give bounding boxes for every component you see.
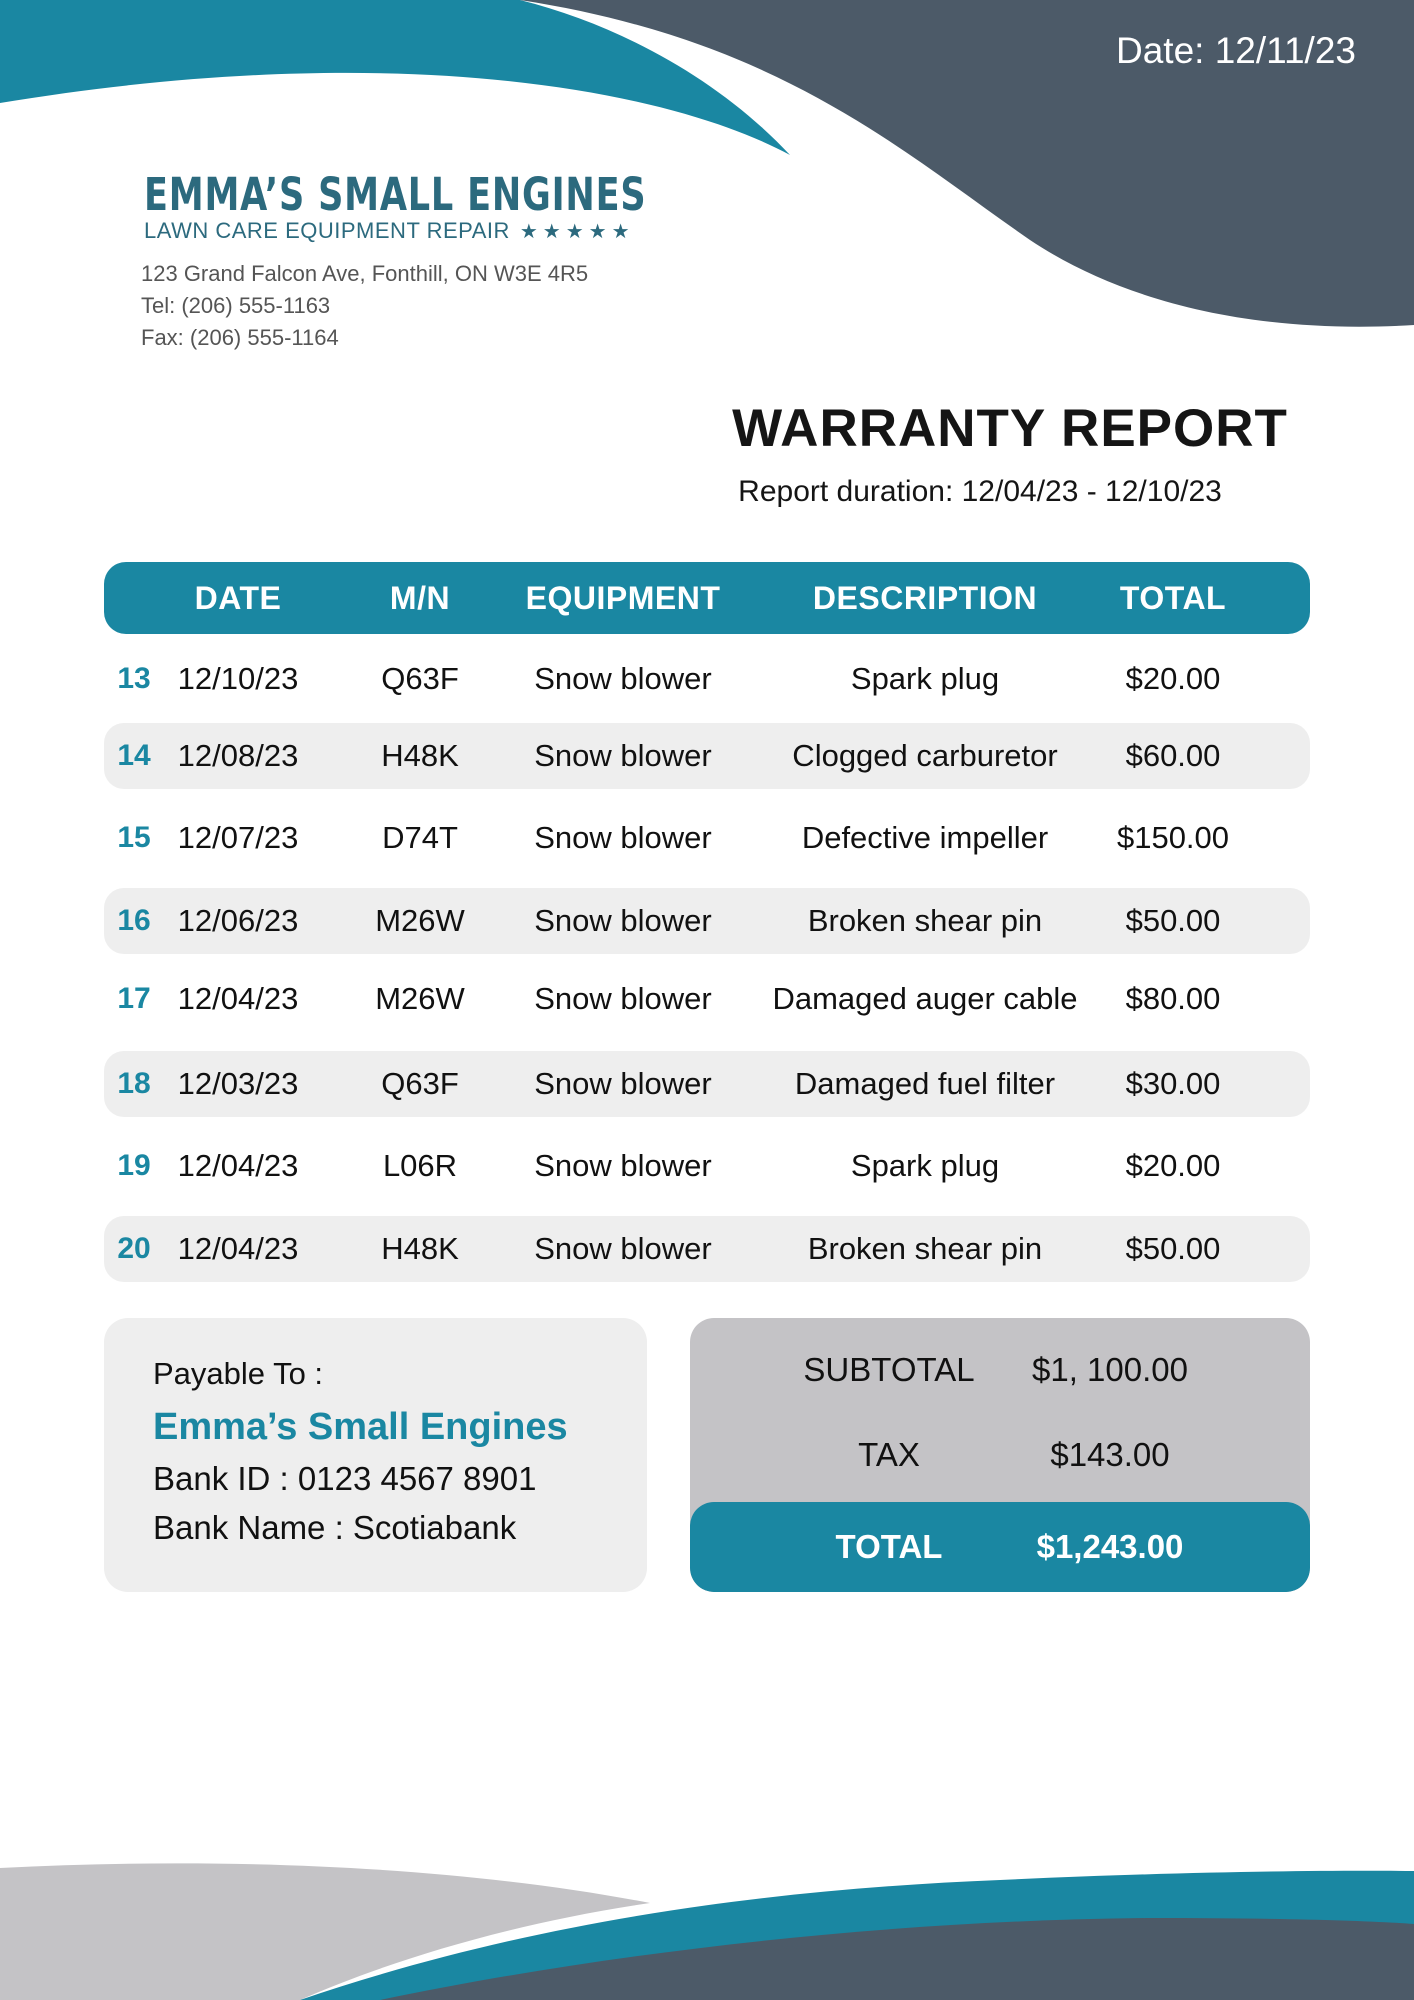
cell-total: $20.00 xyxy=(1125,661,1221,696)
cell-date: 12/06/23 xyxy=(177,903,299,938)
cell-description: Spark plug xyxy=(850,1148,1000,1183)
cell-total: $20.00 xyxy=(1125,1148,1221,1183)
cell-equipment: Snow blower xyxy=(534,1231,712,1266)
payable-label: Payable To : xyxy=(153,1356,324,1391)
cell-date: 12/07/23 xyxy=(177,820,299,855)
cell-total: $50.00 xyxy=(1125,903,1221,938)
report-date: Date: 12/11/23 xyxy=(1116,30,1356,71)
header-total: TOTAL xyxy=(1119,580,1227,616)
logo-tagline: LAWN CARE EQUIPMENT REPAIR xyxy=(144,218,510,243)
totals-box: SUBTOTAL $1, 100.00 TAX $143.00 TOTAL $1… xyxy=(690,1318,1310,1592)
report-title: WARRANTY REPORT xyxy=(732,399,1288,458)
row-number: 15 xyxy=(117,821,151,854)
cell-equipment: Snow blower xyxy=(534,738,712,773)
cell-mn: L06R xyxy=(382,1148,458,1183)
cell-date: 12/04/23 xyxy=(177,1231,299,1266)
subtotal-value: $1, 100.00 xyxy=(1032,1351,1188,1388)
cell-description: Broken shear pin xyxy=(807,1231,1043,1266)
logo-subline: LAWN CARE EQUIPMENT REPAIR ★★★★★ xyxy=(144,218,788,244)
star-icons: ★★★★★ xyxy=(519,220,635,243)
cell-total: $30.00 xyxy=(1125,1066,1221,1101)
cell-mn: H48K xyxy=(381,1231,459,1266)
header-mn: M/N xyxy=(389,580,451,616)
company-address: 123 Grand Falcon Ave, Fonthill, ON W3E 4… xyxy=(141,261,589,286)
payable-box: Payable To : Emma’s Small Engines Bank I… xyxy=(104,1318,647,1592)
cell-equipment: Snow blower xyxy=(534,820,712,855)
cell-description: Broken shear pin xyxy=(807,903,1043,938)
cell-date: 12/04/23 xyxy=(177,1148,299,1183)
row-number: 20 xyxy=(117,1232,151,1265)
company-contact: 123 Grand Falcon Ave, Fonthill, ON W3E 4… xyxy=(141,258,588,354)
report-duration: Report duration: 12/04/23 - 12/10/23 xyxy=(738,475,1222,508)
cell-description: Defective impeller xyxy=(801,820,1049,855)
logo-name: EMMA’S SMALL ENGINES xyxy=(144,168,647,221)
cell-description: Clogged carburetor xyxy=(792,738,1058,773)
cell-mn: M26W xyxy=(375,903,465,938)
cell-total: $80.00 xyxy=(1125,981,1221,1016)
cell-total: $150.00 xyxy=(1116,820,1230,855)
subtotal-label: SUBTOTAL xyxy=(803,1351,975,1388)
row-number: 17 xyxy=(117,982,151,1015)
header-equipment: EQUIPMENT xyxy=(525,580,721,616)
total-bar: TOTAL $1,243.00 xyxy=(690,1502,1310,1592)
header-description: DESCRIPTION xyxy=(812,580,1038,616)
cell-description: Damaged auger cable xyxy=(772,981,1078,1016)
payable-name: Emma’s Small Engines xyxy=(153,1406,568,1448)
header-date: DATE xyxy=(194,580,282,616)
table-header: DATE M/N EQUIPMENT DESCRIPTION TOTAL xyxy=(104,562,1310,634)
tax-value: $143.00 xyxy=(1050,1436,1170,1473)
total-label: TOTAL xyxy=(835,1528,943,1565)
cell-mn: Q63F xyxy=(381,661,459,696)
cell-date: 12/03/23 xyxy=(177,1066,299,1101)
cell-equipment: Snow blower xyxy=(534,1066,712,1101)
cell-equipment: Snow blower xyxy=(534,1148,712,1183)
cell-mn: D74T xyxy=(382,820,458,855)
bank-id: Bank ID : 0123 4567 8901 xyxy=(153,1460,537,1497)
cell-mn: Q63F xyxy=(381,1066,459,1101)
row-number: 16 xyxy=(117,904,151,937)
cell-total: $50.00 xyxy=(1125,1231,1221,1266)
cell-mn: H48K xyxy=(381,738,459,773)
row-number: 19 xyxy=(117,1149,151,1182)
row-number: 18 xyxy=(117,1067,151,1100)
company-logo: EMMA’S SMALL ENGINES LAWN CARE EQUIPMENT… xyxy=(144,170,788,244)
cell-date: 12/08/23 xyxy=(177,738,299,773)
cell-mn: M26W xyxy=(375,981,465,1016)
cell-equipment: Snow blower xyxy=(534,981,712,1016)
total-value: $1,243.00 xyxy=(1036,1528,1184,1565)
cell-description: Spark plug xyxy=(850,661,1000,696)
cell-description: Damaged fuel filter xyxy=(794,1066,1056,1101)
cell-date: 12/04/23 xyxy=(177,981,299,1016)
cell-total: $60.00 xyxy=(1125,738,1221,773)
company-fax: Fax: (206) 555-1164 xyxy=(141,325,339,350)
company-tel: Tel: (206) 555-1163 xyxy=(141,293,331,318)
bank-name: Bank Name : Scotiabank xyxy=(153,1509,517,1546)
cell-equipment: Snow blower xyxy=(534,661,712,696)
row-number: 13 xyxy=(117,662,151,695)
cell-date: 12/10/23 xyxy=(177,661,299,696)
tax-label: TAX xyxy=(858,1436,920,1473)
row-number: 14 xyxy=(117,739,151,772)
cell-equipment: Snow blower xyxy=(534,903,712,938)
